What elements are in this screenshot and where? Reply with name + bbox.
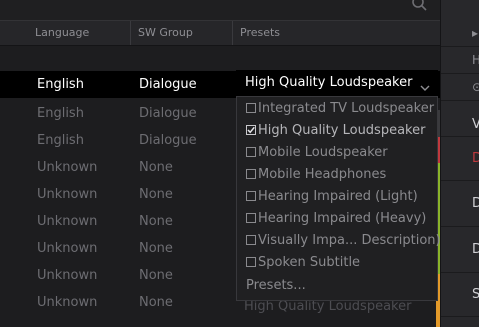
language-cell: Unknown (37, 187, 98, 202)
menu-item-mobile-headphones[interactable]: Mobile Headphones (246, 164, 386, 186)
right-panel: ▸ H ⊙ V D D D S (440, 0, 479, 327)
menu-item-integrated-tv-loudspeaker[interactable]: Integrated TV Loudspeaker (246, 98, 434, 120)
menu-item-spoken-subtitle[interactable]: Spoken Subtitle (246, 252, 360, 274)
sw-group-cell: None (139, 295, 173, 310)
sw-group-cell: None (139, 160, 173, 175)
preset-select[interactable]: High Quality Loudspeaker (236, 70, 438, 96)
right-panel-label: V (472, 117, 479, 132)
checkbox-icon (246, 169, 256, 179)
menu-item-label: Mobile Loudspeaker (258, 145, 388, 160)
search-icon[interactable] (410, 0, 430, 14)
track-language-panel: Language SW Group Presets English Dialog… (0, 0, 479, 327)
menu-item-label: Integrated TV Loudspeaker (258, 101, 435, 116)
language-cell: Unknown (37, 268, 98, 283)
language-cell: Unknown (37, 241, 98, 256)
menu-item-hearing-impaired-heavy[interactable]: Hearing Impaired (Heavy) (246, 208, 426, 230)
right-panel-label: S (472, 287, 479, 302)
right-panel-item[interactable]: V (441, 110, 479, 137)
sw-group-cell: Dialogue (139, 77, 197, 92)
sw-group-cell: Dialogue (139, 133, 197, 148)
right-panel-item[interactable]: H (441, 47, 479, 74)
sw-group-cell: None (139, 241, 173, 256)
menu-item-hearing-impaired-light[interactable]: Hearing Impaired (Light) (246, 186, 418, 208)
column-header-sw-group[interactable]: SW Group (130, 21, 232, 45)
checkbox-icon (246, 257, 256, 267)
toolbar (0, 0, 440, 20)
menu-item-mobile-loudspeaker[interactable]: Mobile Loudspeaker (246, 142, 388, 164)
sw-group-cell: None (139, 214, 173, 229)
right-panel-item[interactable]: D (441, 137, 479, 181)
checkbox-icon (246, 213, 256, 223)
preset-dropdown-menu: Integrated TV Loudspeaker High Quality L… (236, 96, 441, 301)
checkbox-icon (246, 103, 256, 113)
menu-item-label: Hearing Impaired (Light) (258, 189, 418, 204)
menu-item-label: Visually Impa... Description) (258, 233, 441, 248)
language-cell: English (37, 133, 84, 148)
menu-item-label: High Quality Loudspeaker (258, 123, 426, 138)
right-panel-label: D (472, 196, 479, 211)
menu-item-presets[interactable]: Presets... (246, 275, 306, 297)
right-panel-item[interactable]: ⊙ (441, 74, 479, 101)
right-panel-item[interactable]: ▸ (441, 20, 479, 47)
language-cell: Unknown (37, 160, 98, 175)
preset-select-value: High Quality Loudspeaker (245, 75, 413, 90)
table-header: Language SW Group Presets (0, 20, 440, 46)
column-header-presets[interactable]: Presets (232, 21, 440, 45)
menu-item-high-quality-loudspeaker[interactable]: High Quality Loudspeaker (246, 120, 425, 142)
right-panel-label: D (472, 242, 479, 257)
language-cell: English (37, 106, 84, 121)
right-panel-item[interactable]: S (441, 273, 479, 317)
menu-item-visually-impaired-description[interactable]: Visually Impa... Description) (246, 230, 441, 252)
checkbox-checked-icon (246, 125, 256, 135)
language-cell: English (37, 77, 84, 92)
menu-item-label: Spoken Subtitle (258, 255, 361, 270)
right-panel-item[interactable]: D (441, 181, 479, 227)
right-panel-glyph: H (472, 53, 479, 67)
checkbox-icon (246, 147, 256, 157)
play-icon: ▸ (472, 26, 479, 40)
sw-group-cell: Dialogue (139, 106, 197, 121)
checkbox-icon (246, 235, 256, 245)
menu-item-label: Hearing Impaired (Heavy) (258, 211, 427, 226)
language-cell: Unknown (37, 295, 98, 310)
chevron-down-icon (420, 78, 430, 91)
sw-group-cell: None (139, 187, 173, 202)
right-panel-label: D (472, 151, 479, 166)
column-header-language[interactable]: Language (28, 21, 130, 45)
menu-item-label: Mobile Headphones (258, 167, 387, 182)
language-cell: Unknown (37, 214, 98, 229)
target-icon: ⊙ (472, 80, 479, 94)
right-panel-item[interactable]: D (441, 227, 479, 273)
checkbox-icon (246, 191, 256, 201)
sw-group-cell: None (139, 268, 173, 283)
